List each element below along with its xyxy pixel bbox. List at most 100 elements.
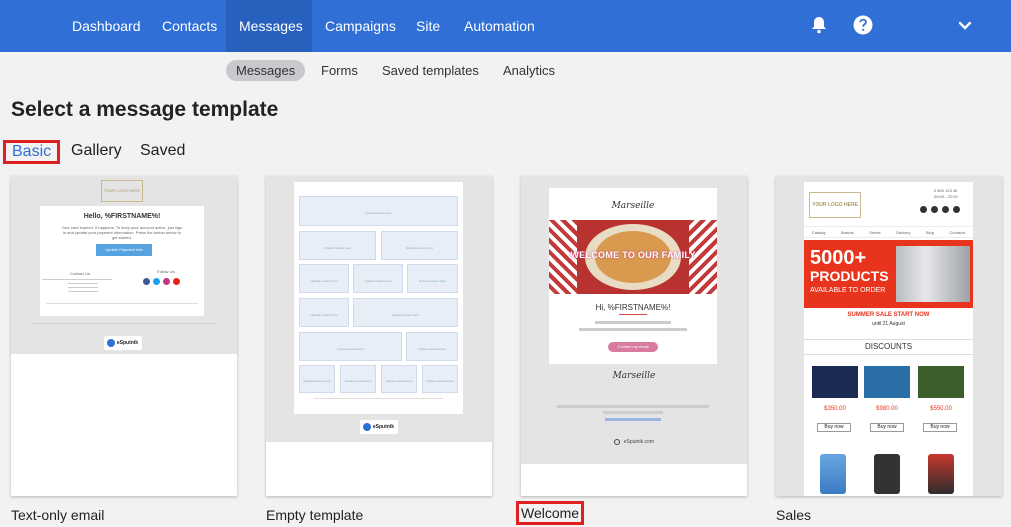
instagram-icon bbox=[163, 278, 170, 285]
placeholder-block: Upload content here bbox=[299, 231, 376, 260]
placeholder-block: Upload content here bbox=[381, 365, 417, 393]
section-title: DISCOUNTS bbox=[804, 339, 973, 355]
pizza-banner: WELCOME TO OUR FAMILY bbox=[549, 220, 717, 294]
facebook-icon bbox=[920, 206, 927, 213]
esputnik-logo-icon bbox=[614, 439, 620, 445]
footer-brand-text: eSputnik.com bbox=[623, 439, 654, 445]
promo-date: until 21 August bbox=[872, 321, 905, 327]
nav-messages[interactable]: Messages bbox=[226, 0, 312, 52]
subnav-saved-templates[interactable]: Saved templates bbox=[372, 60, 489, 81]
product-price: $980.00 bbox=[876, 406, 898, 412]
divider bbox=[46, 303, 198, 304]
twitter-icon bbox=[931, 206, 938, 213]
nav-automation[interactable]: Automation bbox=[451, 0, 548, 52]
logo-placeholder: YOUR LOGO HERE bbox=[809, 192, 861, 218]
help-icon[interactable] bbox=[852, 14, 874, 36]
placeholder-block: Upload content here bbox=[407, 264, 458, 293]
placeholder-block: Upload content here bbox=[353, 264, 403, 293]
twitter-icon bbox=[153, 278, 160, 285]
product-image-phone bbox=[928, 454, 954, 494]
placeholder-block: Upload content here bbox=[299, 264, 349, 293]
nav-campaigns[interactable]: Campaigns bbox=[312, 0, 409, 52]
buy-now-button: Buy now bbox=[817, 423, 851, 432]
subnav-forms[interactable]: Forms bbox=[311, 60, 368, 81]
subnav-messages[interactable]: Messages bbox=[226, 60, 306, 81]
confirm-email-button: Confirm my email bbox=[608, 342, 658, 352]
placeholder-block: Upload content here bbox=[299, 196, 458, 226]
card-label-welcome: Welcome bbox=[516, 501, 585, 525]
update-payment-button: Update Payment Info bbox=[96, 244, 152, 256]
esputnik-brand: eSputnik bbox=[116, 340, 138, 346]
banner-mid-text: PRODUCTS bbox=[810, 268, 889, 284]
bell-icon[interactable] bbox=[808, 14, 830, 36]
social-icons bbox=[918, 206, 968, 214]
facebook-icon bbox=[143, 278, 150, 285]
footer-brand-name: Marseille bbox=[612, 371, 656, 381]
promo-banner: 5000+ PRODUCTS AVAILABLE TO ORDER bbox=[804, 240, 973, 308]
promo-title: SUMMER SALE START NOW bbox=[847, 312, 930, 318]
product-image-tv bbox=[864, 366, 910, 398]
template-card-text-only[interactable]: YOUR LOGO HERE Hello, %FIRSTNAME%! Your … bbox=[11, 176, 237, 496]
esputnik-badge: eSputnik bbox=[360, 420, 398, 434]
nav-contacts[interactable]: Contacts bbox=[149, 0, 230, 52]
text-line bbox=[595, 321, 671, 324]
placeholder-block: Upload content here bbox=[299, 298, 349, 327]
menu-item: Contacts bbox=[949, 229, 966, 235]
youtube-icon bbox=[173, 278, 180, 285]
menu-item: Stores bbox=[869, 229, 881, 235]
chevron-down-icon[interactable] bbox=[954, 14, 976, 36]
unsubscribe-links bbox=[605, 418, 661, 421]
youtube-icon bbox=[953, 206, 960, 213]
menu-item: Catalog bbox=[811, 229, 826, 235]
social-icons bbox=[143, 278, 193, 286]
card-label-empty: Empty template bbox=[266, 507, 364, 523]
placeholder-block: Upload content here bbox=[422, 365, 458, 393]
placeholder-block: Upload content here bbox=[353, 298, 458, 327]
contact-lines bbox=[42, 277, 122, 295]
nav-dashboard[interactable]: Dashboard bbox=[59, 0, 154, 52]
appliances-image bbox=[896, 246, 970, 302]
footer-brand: eSputnik.com bbox=[614, 438, 654, 446]
email-body: Upload content here Upload content here … bbox=[294, 182, 463, 414]
template-card-empty[interactable]: Upload content here Upload content here … bbox=[266, 176, 492, 496]
brand-name: Marseille bbox=[611, 201, 655, 211]
product-image-phone bbox=[874, 454, 900, 494]
tab-gallery[interactable]: Gallery bbox=[71, 140, 122, 164]
product-price: $550.00 bbox=[930, 406, 952, 412]
text-line bbox=[579, 328, 687, 331]
placeholder-block: Upload content here bbox=[340, 365, 376, 393]
buy-now-button: Buy now bbox=[923, 423, 957, 432]
email-body: Marseille WELCOME TO OUR FAMILY Hi, %FIR… bbox=[549, 188, 717, 364]
tab-saved[interactable]: Saved bbox=[140, 140, 185, 164]
placeholder-block: Upload content here bbox=[381, 231, 458, 260]
email-greeting: Hello, %FIRSTNAME%! bbox=[83, 213, 161, 220]
top-navigation: Dashboard Contacts Messages Campaigns Si… bbox=[0, 0, 1011, 52]
footer-line bbox=[314, 398, 443, 399]
working-hours: 09:00 - 22:00 bbox=[934, 194, 958, 199]
footer-line bbox=[31, 323, 217, 324]
greeting-underline bbox=[619, 314, 647, 315]
product-price: $350.00 bbox=[824, 406, 846, 412]
placeholder-block: Upload content here bbox=[299, 365, 335, 393]
sub-navigation: Messages Forms Saved templates Analytics bbox=[0, 60, 1011, 82]
subnav-analytics[interactable]: Analytics bbox=[493, 60, 565, 81]
follow-title: Follow Us: bbox=[157, 269, 176, 274]
menu-item: Brands bbox=[840, 229, 854, 235]
email-greeting: Hi, %FIRSTNAME%! bbox=[595, 303, 671, 312]
esputnik-badge: eSputnik bbox=[104, 336, 142, 350]
text-line bbox=[603, 411, 663, 414]
phone-number: 0 800 123 45 bbox=[934, 188, 958, 193]
esputnik-brand: eSputnik bbox=[372, 424, 394, 430]
text-line bbox=[557, 405, 709, 408]
product-image-tv bbox=[918, 366, 964, 398]
esputnik-logo-icon bbox=[107, 339, 115, 347]
menu-item: Delivery bbox=[896, 229, 911, 235]
tab-basic[interactable]: Basic bbox=[3, 140, 61, 164]
email-body: Hello, %FIRSTNAME%! Your card expired. I… bbox=[40, 206, 204, 316]
placeholder-block: Upload content here bbox=[299, 332, 402, 361]
logo-placeholder: YOUR LOGO HERE bbox=[101, 180, 143, 202]
nav-site[interactable]: Site bbox=[403, 0, 453, 52]
template-card-welcome[interactable]: Marseille WELCOME TO OUR FAMILY Hi, %FIR… bbox=[521, 176, 747, 496]
product-image-phone bbox=[820, 454, 846, 494]
template-card-sales[interactable]: YOUR LOGO HERE 0 800 123 45 09:00 - 22:0… bbox=[776, 176, 1002, 496]
